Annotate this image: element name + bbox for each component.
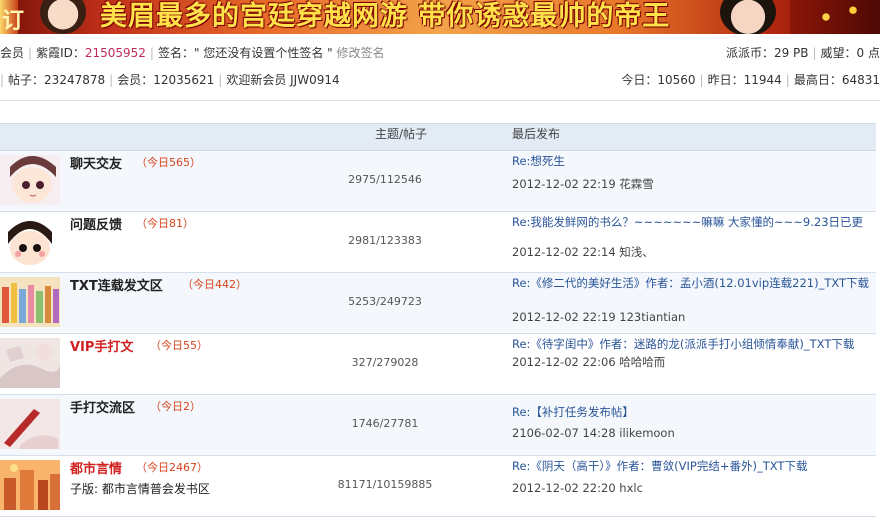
- member-label[interactable]: 会员: [0, 46, 24, 60]
- banner-character-left: [40, 0, 86, 34]
- forum-topic-post-count: 81171/10159885: [337, 478, 433, 491]
- banner-character-right: [720, 0, 776, 34]
- forum-today-count: （今日2467）: [136, 461, 208, 474]
- forum-row: 聊天交友 （今日565） 2975/112546 Re:想死生 2012-12-…: [0, 151, 876, 212]
- forum-name[interactable]: VIP手打文: [70, 336, 133, 355]
- last-post-title[interactable]: Re:《阴天（高干）》作者：曹敛(VIP完结+番外)_TXT下载: [512, 459, 872, 474]
- forum-name[interactable]: TXT连载发文区: [70, 275, 163, 294]
- last-post-title[interactable]: Re:【补打任务发布帖】: [512, 405, 872, 420]
- banner-left-glyph: 订: [2, 9, 25, 34]
- forum-today-count: （今日565）: [136, 156, 201, 169]
- forum-thumbnail[interactable]: [0, 338, 60, 388]
- separator: |: [218, 73, 223, 87]
- forum-row: 都市言情 （今日2467） 子版: 都市言情普会发书区 81171/101598…: [0, 456, 876, 517]
- user-stats: 派派币：29 PB | 威望：0 点: [726, 44, 880, 61]
- last-post-meta: 2012-12-02 22:06 哈哈哈而: [512, 355, 666, 369]
- last-post-title[interactable]: Re:想死生: [512, 154, 872, 169]
- separator: |: [699, 73, 704, 87]
- forum-thumbnail[interactable]: [0, 155, 60, 205]
- forum-board-list: 主题/帖子 最后发布 聊天交友 （今日565） 2975/112546 Re:想…: [0, 123, 876, 517]
- last-post-meta: 2012-12-02 22:19 123tiantian: [512, 310, 686, 324]
- user-info-line: 会员 | 紫霞ID：21505952 | 签名：" 您还没有设置个性签名 " 修改签名: [0, 44, 385, 61]
- signature-text: " 您还没有设置个性签名 ": [193, 46, 333, 60]
- user-info-bar: 会员 | 紫霞ID：21505952 | 签名：" 您还没有设置个性签名 " 修改签名 …: [0, 34, 880, 101]
- post-stats: 今日：10560 | 昨日：11944 | 最高日：64831: [621, 71, 880, 88]
- forum-topic-post-count: 327/279028: [351, 356, 419, 369]
- coins: 派派币：29 PB: [725, 46, 809, 60]
- column-header-topics-posts: 主题/帖子: [375, 127, 428, 141]
- forum-name[interactable]: 手打交流区: [70, 397, 135, 416]
- forum-topic-post-count: 2981/123383: [348, 234, 422, 247]
- last-post-title[interactable]: Re:《修二代的美好生活》作者：孟小酒(12.01vip连载221)_TXT下载: [512, 276, 872, 291]
- last-post-title[interactable]: Re:《待字闺中》作者：迷路的龙(派派手打小组倾情奉献)_TXT下载: [512, 337, 872, 352]
- prestige: 威望：0 点: [820, 46, 880, 60]
- forum-thumbnail[interactable]: [0, 399, 60, 449]
- forum-name[interactable]: 都市言情: [70, 458, 122, 477]
- column-header-last-post: 最后发布: [512, 127, 561, 141]
- yesterday-posts: 昨日：11944: [707, 73, 782, 87]
- today-posts: 今日：10560: [621, 73, 696, 87]
- last-post-title[interactable]: Re:我能发鲜网的书么？~~~~~~~嘛嘛 大家懂的~~~9.23日已更: [512, 215, 872, 230]
- forum-row: 问题反馈 （今日81） 2981/123383 Re:我能发鲜网的书么？~~~~…: [0, 212, 876, 273]
- forum-topic-post-count: 1746/27781: [351, 417, 419, 430]
- forum-name[interactable]: 问题反馈: [70, 214, 122, 233]
- forum-row: VIP手打文 （今日55） 327/279028 Re:《待字闺中》作者：迷路的…: [0, 334, 876, 395]
- forum-today-count: （今日442）: [182, 278, 247, 291]
- forum-topic-post-count: 2975/112546: [348, 173, 422, 186]
- member-count: 会员：12035621: [117, 73, 215, 87]
- record-posts: 最高日：64831: [793, 73, 880, 87]
- forum-thumbnail[interactable]: [0, 460, 60, 510]
- forum-thumbnail[interactable]: [0, 216, 60, 266]
- forum-row: TXT连载发文区 （今日442） 5253/249723 Re:《修二代的美好生…: [0, 273, 876, 334]
- board-header: 主题/帖子 最后发布: [0, 124, 876, 151]
- signature-label: 签名：: [157, 46, 194, 60]
- topic-count: 帖子：23247878: [8, 73, 106, 87]
- separator: |: [785, 73, 790, 87]
- separator: |: [149, 46, 154, 60]
- forum-thumbnail[interactable]: [0, 277, 60, 327]
- separator: |: [0, 73, 5, 87]
- forum-today-count: （今日81）: [136, 217, 194, 230]
- last-post-meta: 2012-12-02 22:19 花霖雪: [512, 177, 654, 191]
- last-post-meta: 2106-02-07 14:28 ilikemoon: [512, 426, 675, 440]
- banner-left-decoration: 订: [0, 0, 24, 34]
- banner-slogan: 美眉最多的宫廷穿越网游 带你诱惑最帅的帝王: [100, 1, 671, 32]
- separator: |: [812, 46, 817, 60]
- forum-topic-post-count: 5253/249723: [348, 295, 422, 308]
- top-banner-ad[interactable]: 订 ★ 美眉最多的宫廷穿越网游 带你诱惑最帅的帝王: [0, 0, 880, 34]
- last-post-meta: 2012-12-02 22:20 hxlc: [512, 481, 643, 495]
- member-id-label: 紫霞ID：: [36, 46, 85, 60]
- forum-subboard[interactable]: 子版: 都市言情普会发书区: [70, 480, 210, 497]
- edit-signature-link[interactable]: 修改签名: [336, 46, 384, 60]
- member-id: 21505952: [84, 46, 146, 60]
- last-post-meta: 2012-12-02 22:14 知浅、: [512, 245, 654, 259]
- forum-name[interactable]: 聊天交友: [70, 153, 122, 172]
- forum-today-count: （今日55）: [150, 339, 208, 352]
- separator: |: [28, 46, 33, 60]
- banner-right-decoration: [790, 0, 880, 34]
- welcome-new-member[interactable]: 欢迎新会员 JJW0914: [226, 73, 339, 87]
- separator: |: [109, 73, 114, 87]
- forum-today-count: （今日2）: [150, 400, 201, 413]
- forum-row: 手打交流区 （今日2） 1746/27781 Re:【补打任务发布帖】 2106…: [0, 395, 876, 456]
- site-stats: | 帖子：23247878 | 会员：12035621 | 欢迎新会员 JJW0914: [0, 71, 340, 88]
